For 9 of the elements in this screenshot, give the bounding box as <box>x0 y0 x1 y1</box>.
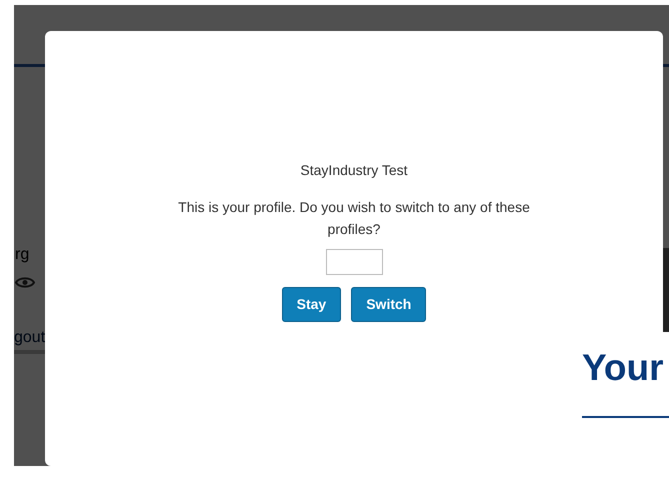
dialog-title: StayIndustry Test <box>300 161 408 180</box>
logout-link[interactable]: gout <box>14 326 46 350</box>
page-heading: Your <box>582 346 664 390</box>
dialog-button[interactable]: Switch <box>351 287 426 322</box>
org-text: rg <box>15 245 30 265</box>
dialog-button[interactable]: Stay <box>282 287 342 322</box>
eye-icon <box>15 276 35 289</box>
input-field[interactable] <box>326 249 382 275</box>
dialog-message: This is your profile. Do you wish to switch to any of these profiles? <box>177 198 531 239</box>
